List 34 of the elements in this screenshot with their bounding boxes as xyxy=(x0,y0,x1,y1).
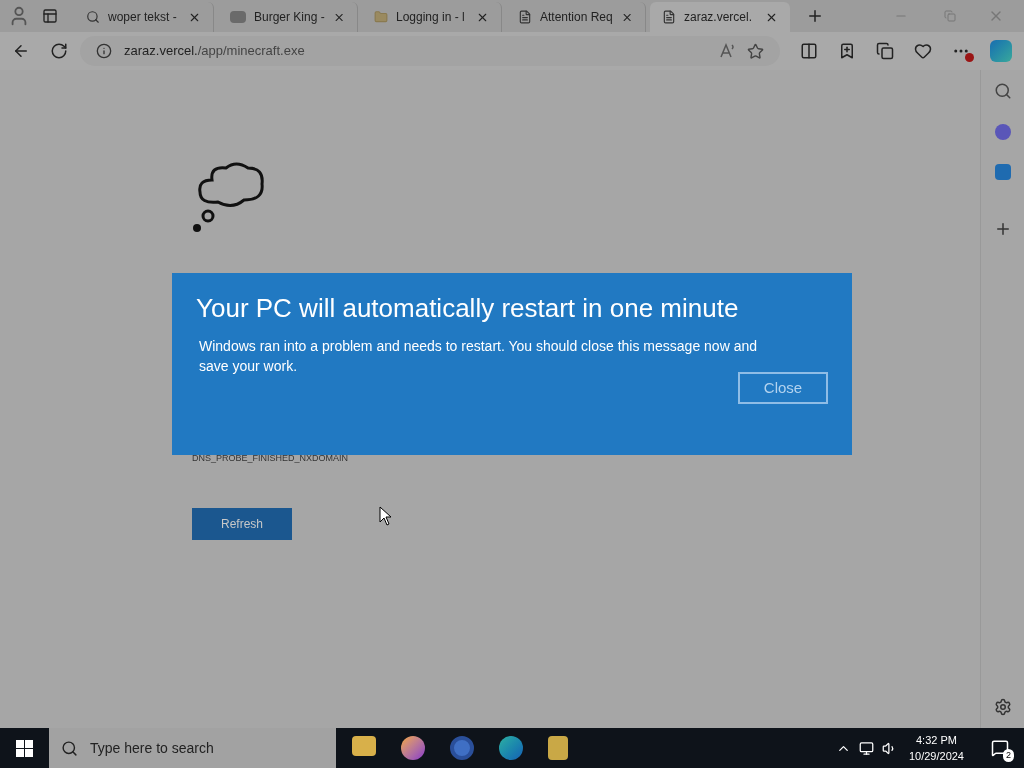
browser-tab[interactable]: zaraz.vercel. xyxy=(650,2,790,32)
tab-title: zaraz.vercel. xyxy=(684,9,754,26)
page-icon xyxy=(662,10,676,24)
tab-title: woper tekst - xyxy=(108,9,178,26)
taskbar-search-field[interactable]: Type here to search xyxy=(49,728,336,768)
collections-icon[interactable] xyxy=(876,42,894,60)
error-code: DNS_PROBE_FINISHED_NXDOMAIN xyxy=(192,452,350,465)
search-icon[interactable] xyxy=(993,82,1012,100)
tab-title: Logging in - l xyxy=(396,9,466,26)
info-icon[interactable] xyxy=(96,43,112,59)
dialog-title: Your PC will automatically restart in one minute xyxy=(196,292,740,325)
back-icon[interactable] xyxy=(12,42,30,60)
windows-icon[interactable] xyxy=(16,739,33,757)
tab-title: Burger King - xyxy=(254,9,325,26)
clock-date[interactable]: 10/29/2024 xyxy=(908,748,964,765)
read-aloud-icon[interactable] xyxy=(719,43,735,59)
search-icon xyxy=(61,739,78,757)
new-tab-icon[interactable] xyxy=(806,7,824,25)
refresh-button[interactable]: Refresh xyxy=(192,507,292,540)
reload-icon[interactable] xyxy=(50,42,68,60)
page-icon xyxy=(518,10,532,24)
tab-actions-icon[interactable] xyxy=(42,8,58,24)
clock-time[interactable]: 4:32 PM xyxy=(916,731,957,748)
address-field[interactable]: zaraz.vercel./app/minecraft.exe xyxy=(80,36,780,66)
settings-icon[interactable] xyxy=(993,698,1012,716)
split-screen-icon[interactable] xyxy=(800,42,818,60)
favorites-icon[interactable] xyxy=(838,42,856,60)
heart-icon[interactable] xyxy=(914,42,932,60)
thought-bubble-icon xyxy=(192,160,266,234)
network-icon[interactable] xyxy=(858,740,874,756)
mouse-cursor-icon xyxy=(379,506,392,526)
search-icon xyxy=(86,10,100,24)
tab-title: Attention Req xyxy=(540,9,613,26)
favorite-icon[interactable] xyxy=(747,42,764,60)
